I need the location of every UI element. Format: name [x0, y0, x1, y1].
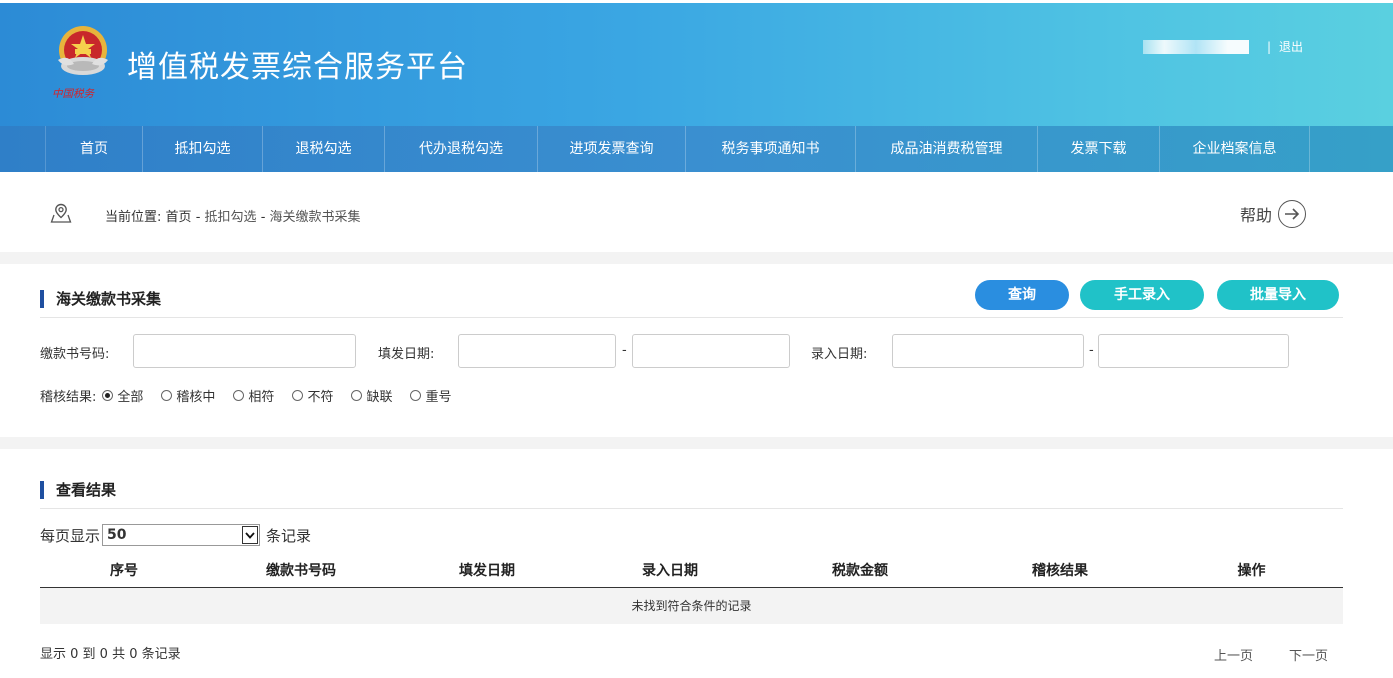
nav-item-tax-notice[interactable]: 税务事项通知书	[686, 126, 856, 172]
entry-date-range-sep: -	[1089, 343, 1094, 358]
help-label: 帮助	[1239, 206, 1272, 225]
audit-option-mismatch[interactable]: 不符	[292, 386, 333, 405]
main-nav: 首页 抵扣勾选 退税勾选 代办退税勾选 进项发票查询 税务事项通知书 成品油消费…	[0, 126, 1393, 172]
issue-date-label: 填发日期:	[378, 347, 435, 362]
user-separator: |	[1266, 39, 1271, 54]
breadcrumb-prefix: 当前位置:	[105, 210, 162, 225]
audit-option-label: 稽核中	[176, 390, 216, 405]
query-divider	[40, 317, 1343, 318]
section-title-bar	[40, 480, 44, 499]
issue-date-from-input[interactable]	[458, 334, 616, 368]
nav-item-home[interactable]: 首页	[45, 126, 143, 172]
batch-import-button[interactable]: 批量导入	[1217, 280, 1339, 310]
issue-date-to-input[interactable]	[632, 334, 790, 368]
audit-option-label: 不符	[307, 390, 334, 405]
audit-option-label: 全部	[117, 390, 144, 405]
audit-option-match[interactable]: 相符	[233, 386, 274, 405]
page-size-value: 50	[107, 527, 127, 543]
results-panel: 查看结果 每页显示 50 条记录 序号 缴款书号码 填发日期 录入日期 税款金额…	[0, 449, 1393, 678]
breadcrumb-sep: -	[260, 210, 266, 225]
section-gap	[0, 437, 1393, 449]
radio-unchecked-icon[interactable]	[410, 390, 422, 401]
breadcrumb-sep: -	[195, 210, 201, 225]
header-top-strip	[0, 0, 1393, 3]
nav-item-deduction-select[interactable]: 抵扣勾选	[143, 126, 263, 172]
next-page-button[interactable]: 下一页	[1289, 645, 1328, 664]
breadcrumb-bar: 当前位置: 首页 - 抵扣勾选 - 海关缴款书采集 帮助	[0, 172, 1393, 252]
results-section-title: 查看结果	[40, 479, 116, 500]
audit-option-label: 相符	[248, 390, 275, 405]
user-name-redacted	[1142, 39, 1249, 54]
nav-item-input-invoice-query[interactable]: 进项发票查询	[538, 126, 686, 172]
radio-unchecked-icon[interactable]	[351, 390, 363, 401]
radio-checked-icon[interactable]	[102, 390, 114, 401]
issue-date-range-sep: -	[622, 343, 627, 358]
breadcrumb: 当前位置: 首页 - 抵扣勾选 - 海关缴款书采集	[105, 206, 361, 225]
manual-entry-button[interactable]: 手工录入	[1080, 280, 1204, 310]
results-divider	[40, 508, 1343, 509]
prev-page-button[interactable]: 上一页	[1214, 645, 1253, 664]
radio-unchecked-icon[interactable]	[161, 390, 173, 401]
query-panel: 海关缴款书采集 查询 手工录入 批量导入 缴款书号码: 填发日期: - 录入日期…	[0, 264, 1393, 437]
audit-result-label: 稽核结果:	[40, 390, 97, 405]
audit-option-label: 重号	[425, 390, 452, 405]
audit-option-in-progress[interactable]: 稽核中	[161, 386, 215, 405]
page-size-row: 每页显示 50 条记录	[40, 524, 311, 546]
section-gap	[0, 252, 1393, 264]
nav-item-refund-select[interactable]: 退税勾选	[263, 126, 385, 172]
query-title-text: 海关缴款书采集	[56, 290, 162, 308]
radio-unchecked-icon[interactable]	[233, 390, 245, 401]
audit-option-label: 缺联	[366, 390, 393, 405]
map-location-icon	[50, 203, 72, 223]
breadcrumb-current: 海关缴款书采集	[269, 210, 361, 225]
site-title: 增值税发票综合服务平台	[127, 50, 468, 85]
audit-option-missing[interactable]: 缺联	[351, 386, 392, 405]
column-header-bill-number[interactable]: 缴款书号码	[208, 555, 394, 587]
logout-link[interactable]: 退出	[1279, 38, 1303, 55]
tax-emblem-logo: 中国税务	[52, 26, 108, 100]
page-size-select[interactable]: 50	[102, 524, 261, 546]
entry-date-to-input[interactable]	[1098, 334, 1289, 368]
query-section-title: 海关缴款书采集	[40, 288, 161, 309]
breadcrumb-home[interactable]: 首页	[166, 210, 192, 225]
nav-item-agent-refund-select[interactable]: 代办退税勾选	[385, 126, 538, 172]
audit-result-group: 稽核结果: 全部 稽核中 相符 不符 缺联 重号	[40, 386, 469, 405]
column-header-index[interactable]: 序号	[40, 555, 208, 587]
breadcrumb-deduction[interactable]: 抵扣勾选	[205, 210, 257, 225]
radio-unchecked-icon[interactable]	[292, 390, 304, 401]
pagination-info: 显示 0 到 0 共 0 条记录	[40, 647, 181, 662]
empty-table-row: 未找到符合条件的记录	[40, 588, 1343, 624]
entry-date-from-input[interactable]	[892, 334, 1084, 368]
help-link[interactable]: 帮助	[1240, 200, 1306, 228]
bill-number-label: 缴款书号码:	[40, 347, 110, 362]
audit-option-all[interactable]: 全部	[102, 386, 143, 405]
query-button[interactable]: 查询	[975, 280, 1069, 310]
pager: 上一页 下一页	[1178, 645, 1328, 664]
emblem-caption: 中国税务	[52, 88, 95, 100]
column-header-action: 操作	[1237, 563, 1266, 579]
column-header-issue-date[interactable]: 填发日期	[394, 555, 580, 587]
bill-number-input[interactable]	[133, 334, 356, 368]
arrow-right-circle-icon	[1278, 200, 1306, 228]
chevron-down-icon[interactable]	[242, 526, 259, 544]
column-header-tax-amount[interactable]: 税款金额	[760, 555, 960, 587]
user-area: | 退出	[1142, 38, 1303, 55]
page-size-suffix: 条记录	[266, 526, 312, 545]
site-header: 中国税务 增值税发票综合服务平台 | 退出	[0, 0, 1393, 126]
audit-option-duplicate[interactable]: 重号	[410, 386, 451, 405]
table-header: 序号 缴款书号码 填发日期 录入日期 税款金额 稽核结果 操作	[40, 555, 1343, 588]
page-size-prefix: 每页显示	[40, 526, 101, 545]
entry-date-label: 录入日期:	[811, 347, 868, 362]
results-title-text: 查看结果	[56, 481, 117, 499]
column-header-audit-result[interactable]: 稽核结果	[960, 555, 1160, 587]
nav-item-enterprise-profile[interactable]: 企业档案信息	[1160, 126, 1310, 172]
results-table: 序号 缴款书号码 填发日期 录入日期 税款金额 稽核结果 操作 未找到符合条件的…	[40, 555, 1343, 624]
section-title-bar	[40, 289, 44, 308]
nav-item-oil-tax-management[interactable]: 成品油消费税管理	[856, 126, 1038, 172]
column-header-entry-date[interactable]: 录入日期	[580, 555, 760, 587]
nav-item-invoice-download[interactable]: 发票下载	[1038, 126, 1160, 172]
